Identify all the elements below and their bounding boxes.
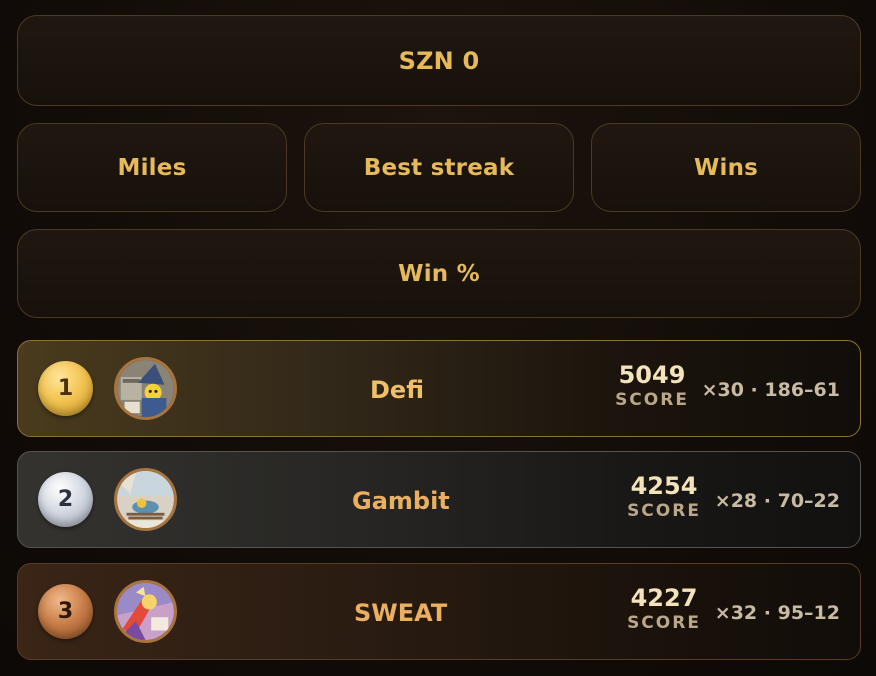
score-value: 4227 [630, 584, 698, 612]
win-loss-record: ×30 · 186–61 [701, 378, 840, 401]
sort-win-percent-button[interactable]: Win % [17, 229, 861, 318]
score-value: 4254 [630, 472, 698, 500]
season-selector[interactable]: SZN 0 [17, 15, 861, 106]
score-label: SCORE [627, 501, 701, 521]
leaderboard-row[interactable]: 2 Gambit 4254 SCORE ×28 · 70–22 [17, 451, 861, 548]
rank-medal-gold: 1 [38, 361, 93, 416]
player-name: Defi [370, 375, 424, 404]
sort-miles-button[interactable]: Miles [17, 123, 287, 212]
avatar [114, 357, 177, 420]
leaderboard-row[interactable]: 3 SWEAT 4227 SCORE ×32 · 95–12 [17, 563, 861, 660]
avatar [114, 580, 177, 643]
player-name: SWEAT [354, 598, 448, 627]
sort-wins-button[interactable]: Wins [591, 123, 861, 212]
avatar-image-character [117, 583, 174, 640]
score-block: 4254 SCORE [609, 472, 719, 522]
win-loss-record: ×28 · 70–22 [714, 489, 840, 512]
avatar-image-wizard [117, 360, 174, 417]
score-block: 4227 SCORE [609, 584, 719, 634]
sort-best-streak-button[interactable]: Best streak [304, 123, 574, 212]
avatar-image-sled [117, 471, 174, 528]
leaderboard-page: SZN 0 Miles Best streak Wins Win % 1 Def… [0, 0, 876, 676]
rank-medal-silver: 2 [38, 472, 93, 527]
score-value: 5049 [618, 361, 686, 389]
avatar [114, 468, 177, 531]
win-loss-record: ×32 · 95–12 [714, 601, 840, 624]
score-label: SCORE [627, 613, 701, 633]
score-label: SCORE [615, 390, 689, 410]
leaderboard-row[interactable]: 1 Defi 5049 SCORE ×30 · 186–61 [17, 340, 861, 437]
player-name: Gambit [352, 486, 450, 515]
score-block: 5049 SCORE [597, 361, 707, 411]
rank-medal-bronze: 3 [38, 584, 93, 639]
